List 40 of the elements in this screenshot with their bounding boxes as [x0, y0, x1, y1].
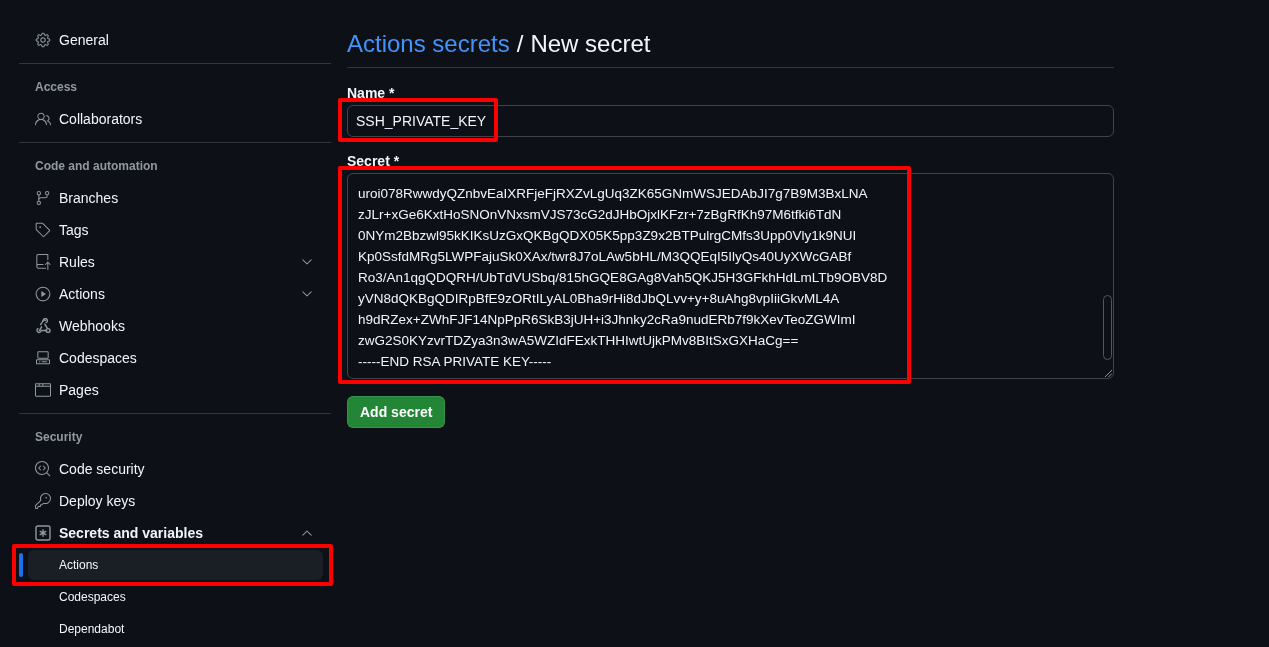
document-arrow-icon — [35, 254, 51, 270]
add-secret-button[interactable]: Add secret — [347, 396, 446, 428]
computer-icon — [35, 350, 51, 366]
asterisk-square-icon — [35, 525, 51, 541]
settings-icon — [35, 32, 51, 48]
branch-icon — [35, 190, 51, 206]
sidebar-item[interactable]: Code security — [19, 453, 331, 485]
sidebar-item[interactable]: Deploy keys — [19, 485, 331, 517]
sidebar-item[interactable]: Webhooks — [19, 310, 331, 342]
sidebar-item[interactable]: Pages — [19, 374, 331, 406]
page-title: New secret — [530, 29, 651, 59]
breadcrumb-separator: / — [516, 29, 524, 59]
section-heading: Code and automation — [34, 158, 159, 175]
section-heading: Security — [34, 429, 84, 446]
sidebar-item[interactable]: Codespaces — [19, 342, 331, 374]
field-label: Name * — [347, 84, 395, 103]
sidebar-item[interactable]: Branches — [19, 182, 331, 214]
sidebar-subitem[interactable]: Dependabot — [28, 614, 323, 644]
sidebar-item[interactable]: General — [19, 24, 331, 56]
sidebar-item[interactable]: Tags — [19, 214, 331, 246]
name-field[interactable]: SSH_PRIVATE_KEY — [347, 105, 1114, 137]
code-search-icon — [35, 461, 51, 477]
resize-grip-icon[interactable] — [1105, 370, 1112, 377]
tag-icon — [35, 222, 51, 238]
breadcrumb-link[interactable]: Actions secrets — [347, 29, 510, 59]
sidebar-subitem[interactable]: Actions — [28, 550, 323, 580]
play-icon — [35, 286, 51, 302]
sidebar-item[interactable]: Rules — [19, 246, 331, 278]
sidebar-item[interactable]: Collaborators — [19, 103, 331, 135]
field-label: Secret * — [347, 152, 400, 171]
sidebar-subitem[interactable]: Codespaces — [28, 582, 323, 612]
sidebar-item[interactable]: Secrets and variables — [19, 517, 331, 549]
secret-field[interactable]: uroi078RwwdyQZnbvEaIXRFjeFjRXZvLgUq3ZK65GNmWSJEDAbJI7g7B9M3BxLNA zJLr+xGe6KxtHoSNOnVNxsmVJS73cG2dJHbOjxlKFzr+7zBgRfKh97M6tfki6TdN 0NYm2Bbzwl95kKIKsUzGxQKBgQDX05K5pp3Z9x2BTPulrgCMfs3Upp0Vly1k9NUI Kp0SsfdMRg5LWPFajuSk0XAx/twr8J7oLAw5bHL/M3QQEqI5IlyQs40UyXWcGABf Ro3/An1qgQDQRH/UbTdVUSbq/815hGQE8GAg8Vah5QKJ5H3GFkhHdLmLTb9OBV8D yVN8dQKBgQDIRpBfE9zORtILyAL0Bha9rHi8dJbQLvv+y+8uAhg8vpIiiGkvML4A h9dRZex+ZWhFJF14NpPpR6SkB3jUH+i3Jhnky2cRa9nudERb7f9kXevTeoZGWImI zwG2S0KYzvrTDZya3n3wA5WZIdFExkTHHIwtUjkPMv8BItSxGXHaCg== -----END RSA PRIVATE KEY----- — [347, 173, 1114, 379]
active-indicator — [19, 553, 23, 577]
key-icon — [35, 493, 51, 509]
sidebar-item[interactable]: Actions — [19, 278, 331, 310]
people-icon — [35, 111, 51, 127]
section-heading: Access — [34, 79, 79, 96]
browser-window-icon — [35, 382, 51, 398]
webhook-icon — [35, 318, 51, 334]
